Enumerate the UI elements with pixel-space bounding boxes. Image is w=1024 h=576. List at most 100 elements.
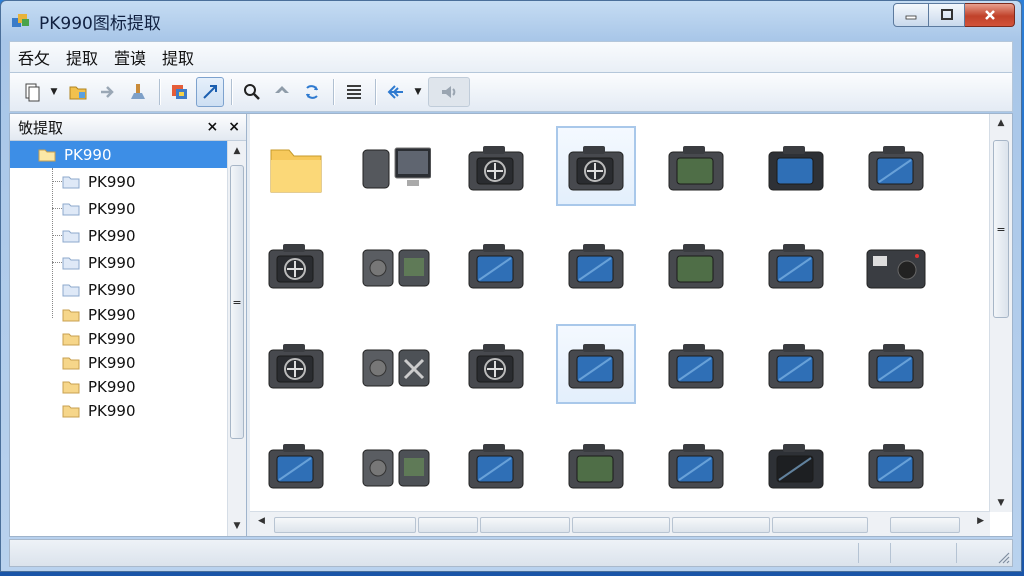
icon-cell-monitor-blue[interactable] [856,126,936,206]
status-bar [9,539,1013,567]
icon-cell-camera-plus[interactable] [256,224,336,304]
maximize-button[interactable] [929,3,965,27]
tree-pane-title: 敂提取 [18,118,64,137]
icon-scrollbar[interactable]: ▲ = ▼ [989,114,1012,512]
horizontal-scrollbar[interactable]: ◀ ▶ [250,511,990,536]
icon-cell-camera-green[interactable] [556,424,636,504]
icon-cell-camera-green[interactable] [656,126,736,206]
menu-item-1[interactable]: 呑攵 [10,45,58,69]
title-bar[interactable]: PK990图标提取 [1,1,1021,39]
tools-button[interactable] [124,77,152,107]
scroll-grip-label: = [232,295,242,309]
close-icon[interactable]: × [228,119,240,135]
icon-cell-monitor-blue-selected[interactable] [556,324,636,404]
icon-cell-device-monitor[interactable] [356,126,436,206]
camera-dial-selected-icon [568,146,624,191]
tree-connector [52,181,62,182]
back-arrow-button[interactable] [382,77,410,107]
tree-item[interactable]: PK990 [10,399,228,423]
icon-cell-monitor-blue[interactable] [756,324,836,404]
icon-cell-camera-pair[interactable] [356,224,436,304]
camera-pair-icon [362,449,430,487]
icon-cell-monitor-blue[interactable] [756,224,836,304]
icon-cell-camera-pair[interactable] [356,424,436,504]
app-icon [12,14,29,27]
scroll-thumb[interactable] [480,517,570,533]
icon-cell-monitor-blue[interactable] [456,224,536,304]
list-view-button[interactable] [340,77,368,107]
back-button[interactable] [268,77,296,107]
icon-cell-camera-dial-selected[interactable] [556,126,636,206]
forward-button[interactable] [94,77,122,107]
scroll-left-arrow-icon[interactable]: ◀ [258,516,265,526]
tree-item[interactable]: PK990 [10,141,228,168]
close-button[interactable] [965,3,1015,27]
menu-item-3[interactable]: 萓谟 [106,45,154,69]
icon-cell-monitor-blue[interactable] [856,324,936,404]
icon-cell-camera-green[interactable] [656,224,736,304]
icon-cell-monitor-dark[interactable] [756,424,836,504]
icon-cell-device-pair-x[interactable] [356,324,436,404]
folder-icon [62,257,80,269]
folder-icon [62,176,80,188]
search-button[interactable] [238,77,266,107]
scroll-thumb[interactable] [274,517,416,533]
menu-item-extract-2[interactable]: 提取 [154,45,202,69]
scroll-right-arrow-icon[interactable]: ▶ [977,516,984,526]
scroll-thumb[interactable] [572,517,670,533]
icon-cell-camera-dial[interactable] [456,324,536,404]
resize-grip-icon[interactable] [996,550,1010,564]
icon-cell-folder[interactable] [256,126,336,206]
scroll-thumb[interactable]: = [993,140,1009,318]
icon-cell-monitor-blue[interactable] [556,224,636,304]
new-document-dropdown[interactable]: ▼ [48,87,60,97]
icon-cell-camera-gear[interactable] [256,324,336,404]
icon-cell-monitor-blue[interactable] [256,424,336,504]
minimize-button[interactable] [893,3,929,27]
tree-connector [52,208,62,209]
pin-icon[interactable]: ⨯ [207,119,219,135]
tree-item[interactable]: PK990 [10,168,228,195]
scroll-thumb[interactable] [772,517,868,533]
tree-item[interactable]: PK990 [10,249,228,276]
icon-cell-camera-dark[interactable] [756,126,836,206]
tree-item[interactable]: PK990 [10,351,228,375]
scroll-down-arrow-icon[interactable]: ▼ [228,516,246,536]
tree-scrollbar[interactable]: ▲ = ▼ [227,141,246,536]
back-arrow-dropdown[interactable]: ▼ [412,87,424,97]
refresh-button[interactable] [298,77,326,107]
scroll-up-arrow-icon[interactable]: ▲ [990,114,1012,132]
tree-item[interactable]: PK990 [10,327,228,351]
icon-cell-camera-blue[interactable] [856,424,936,504]
folder-icon [38,149,56,161]
scroll-thumb[interactable] [418,517,478,533]
menu-item-extract[interactable]: 提取 [58,45,106,69]
icon-cell-camera-blue[interactable] [456,424,536,504]
scroll-thumb[interactable] [890,517,960,533]
icon-cell-monitor-blue[interactable] [656,324,736,404]
status-segment [890,543,949,563]
scroll-thumb[interactable]: = [230,165,244,439]
new-document-button[interactable] [18,77,46,107]
camera-green-icon [568,444,624,489]
icon-cell-camera-dial[interactable] [456,126,536,206]
scroll-up-arrow-icon[interactable]: ▲ [228,141,246,161]
tree-connector [52,235,62,236]
tree-item[interactable]: PK990 [10,375,228,399]
extract-button[interactable] [166,77,194,107]
folder-icon [62,405,80,418]
icon-cell-camera-blue[interactable] [656,424,736,504]
tree-item-label: PK990 [88,226,136,245]
tree-item[interactable]: PK990 [10,195,228,222]
scroll-thumb[interactable] [672,517,770,533]
camera-gear-icon [268,344,324,389]
tree-item[interactable]: PK990 [10,303,228,327]
tree-item[interactable]: PK990 [10,222,228,249]
open-folder-button[interactable] [64,77,92,107]
camera-pair-icon [362,249,430,287]
icon-cell-radio-device[interactable] [856,224,936,304]
sound-button[interactable] [428,77,470,107]
scroll-down-arrow-icon[interactable]: ▼ [990,494,1012,512]
tree-item[interactable]: PK990 [10,276,228,303]
resize-button[interactable] [196,77,224,107]
